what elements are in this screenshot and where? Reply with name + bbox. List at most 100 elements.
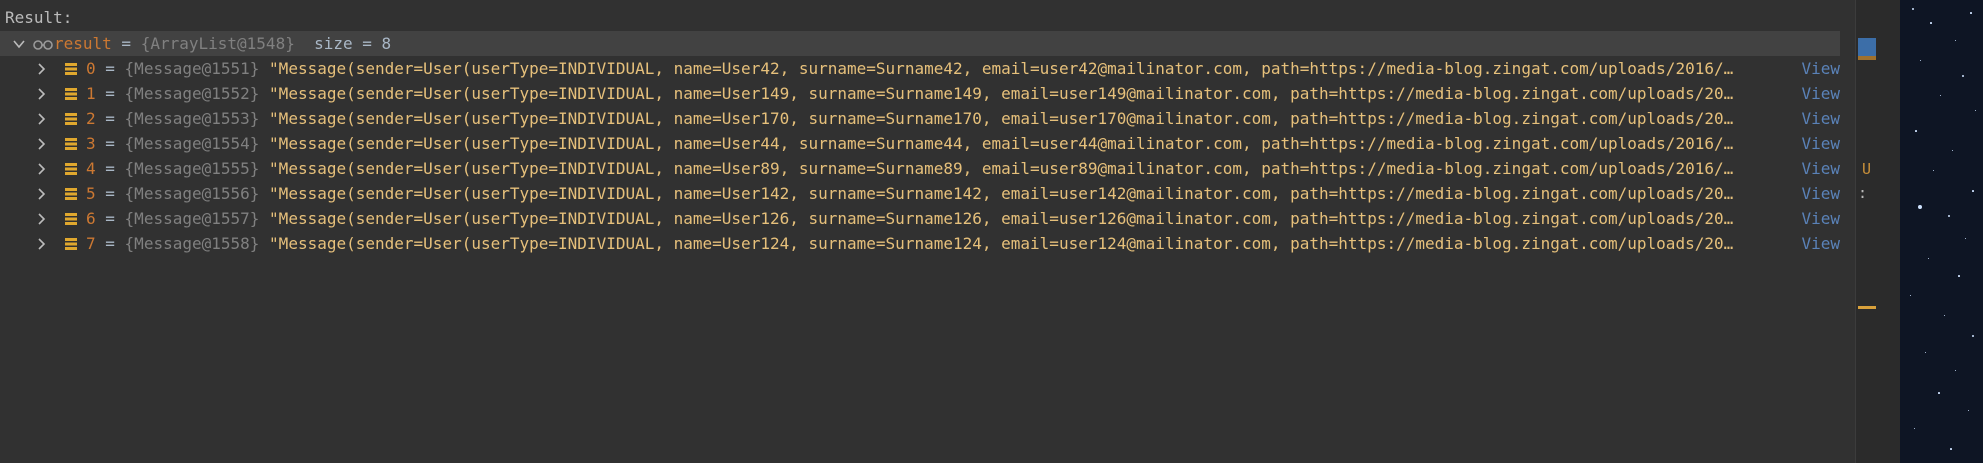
chevron-right-icon[interactable]: [34, 187, 48, 201]
debug-result-panel: Result: result = {ArrayList@1548} size =…: [0, 0, 1855, 463]
list-item-icon: [65, 162, 77, 175]
equals-sign: =: [95, 84, 125, 103]
list-item-icon: [65, 237, 77, 250]
collection-size: size = 8: [294, 34, 392, 53]
chevron-right-icon[interactable]: [34, 112, 48, 126]
equals-sign: =: [95, 184, 125, 203]
chevron-right-icon[interactable]: [34, 212, 48, 226]
item-value: "Message(sender=User(userType=INDIVIDUAL…: [269, 59, 1734, 78]
star-dot: [1968, 410, 1969, 411]
view-link[interactable]: View: [1798, 134, 1840, 153]
star-dot: [1972, 190, 1974, 192]
list-item-icon: [65, 62, 77, 75]
star-dot: [1910, 295, 1911, 296]
object-reference: {Message@1556}: [124, 184, 260, 203]
item-value: "Message(sender=User(userType=INDIVIDUAL…: [269, 84, 1734, 103]
desktop-background: [1900, 0, 1983, 463]
gutter-marker-highlight: [1858, 306, 1876, 309]
item-index: 4: [86, 159, 96, 178]
star-dot: [1975, 110, 1976, 111]
chevron-right-icon[interactable]: [34, 62, 48, 76]
item-value: "Message(sender=User(userType=INDIVIDUAL…: [269, 184, 1734, 203]
result-root-row[interactable]: result = {ArrayList@1548} size = 8: [0, 31, 1840, 56]
result-item-row[interactable]: 7 = {Message@1558} "Message(sender=User(…: [0, 231, 1840, 256]
chevron-right-icon[interactable]: [34, 237, 48, 251]
star-dot: [1928, 258, 1929, 259]
star-dot: [1915, 130, 1917, 132]
equals-sign: =: [95, 234, 125, 253]
list-item-icon: [65, 212, 77, 225]
result-item-row[interactable]: 1 = {Message@1552} "Message(sender=User(…: [0, 81, 1840, 106]
star-dot: [1970, 12, 1972, 14]
star-dot: [1944, 315, 1945, 316]
view-link[interactable]: View: [1798, 209, 1840, 228]
equals-sign: =: [95, 159, 125, 178]
view-link[interactable]: View: [1798, 84, 1840, 103]
object-reference: {Message@1552}: [124, 84, 260, 103]
variable-name: result: [54, 34, 112, 53]
object-reference: {Message@1554}: [124, 134, 260, 153]
item-index: 1: [86, 84, 96, 103]
star-dot: [1930, 22, 1932, 24]
chevron-right-icon[interactable]: [34, 162, 48, 176]
item-value: "Message(sender=User(userType=INDIVIDUAL…: [269, 134, 1734, 153]
chevron-right-icon[interactable]: [34, 137, 48, 151]
result-item-row[interactable]: 4 = {Message@1555} "Message(sender=User(…: [0, 156, 1840, 181]
object-reference: {ArrayList@1548}: [140, 34, 295, 53]
star-dot: [1938, 392, 1940, 394]
star-dot: [1948, 215, 1950, 217]
view-link[interactable]: View: [1798, 109, 1840, 128]
result-item-row[interactable]: 5 = {Message@1556} "Message(sender=User(…: [0, 181, 1840, 206]
chevron-down-icon[interactable]: [12, 37, 26, 51]
equals-sign: =: [95, 59, 125, 78]
result-item-row[interactable]: 3 = {Message@1554} "Message(sender=User(…: [0, 131, 1840, 156]
view-link[interactable]: View: [1798, 159, 1840, 178]
star-dot: [1933, 170, 1934, 171]
item-index: 7: [86, 234, 96, 253]
star-dot: [1962, 75, 1964, 77]
item-value: "Message(sender=User(userType=INDIVIDUAL…: [269, 209, 1734, 228]
glasses-icon: [33, 39, 53, 50]
view-link[interactable]: View: [1798, 234, 1840, 253]
star-dot: [1965, 238, 1966, 239]
result-header: Result:: [5, 8, 73, 27]
equals-sign: =: [95, 109, 125, 128]
gutter-marker-selection: [1858, 38, 1876, 56]
object-reference: {Message@1555}: [124, 159, 260, 178]
list-item-icon: [65, 112, 77, 125]
equals-sign: =: [111, 34, 141, 53]
star-dot: [1950, 448, 1952, 450]
equals-sign: =: [95, 209, 125, 228]
equals-sign: =: [95, 134, 125, 153]
star-dot: [1972, 335, 1974, 337]
chevron-right-icon[interactable]: [34, 87, 48, 101]
gutter-u-label: U: [1862, 160, 1872, 178]
list-item-icon: [65, 187, 77, 200]
result-item-row[interactable]: 6 = {Message@1557} "Message(sender=User(…: [0, 206, 1840, 231]
star-dot: [1925, 352, 1926, 353]
item-value: "Message(sender=User(userType=INDIVIDUAL…: [269, 109, 1734, 128]
view-link[interactable]: View: [1798, 59, 1840, 78]
star-dot: [1940, 95, 1941, 96]
object-reference: {Message@1558}: [124, 234, 260, 253]
item-index: 3: [86, 134, 96, 153]
view-link[interactable]: View: [1798, 184, 1840, 203]
star-dot: [1955, 40, 1956, 41]
result-item-row[interactable]: 2 = {Message@1553} "Message(sender=User(…: [0, 106, 1840, 131]
star-dot: [1914, 428, 1915, 429]
gutter-colon-label: :: [1858, 184, 1868, 202]
item-index: 5: [86, 184, 96, 203]
gutter-marker-warning: [1858, 56, 1876, 60]
item-index: 6: [86, 209, 96, 228]
result-item-row[interactable]: 0 = {Message@1551} "Message(sender=User(…: [0, 56, 1840, 81]
scrollbar-gutter[interactable]: U :: [1855, 0, 1902, 463]
star-dot: [1920, 60, 1921, 61]
